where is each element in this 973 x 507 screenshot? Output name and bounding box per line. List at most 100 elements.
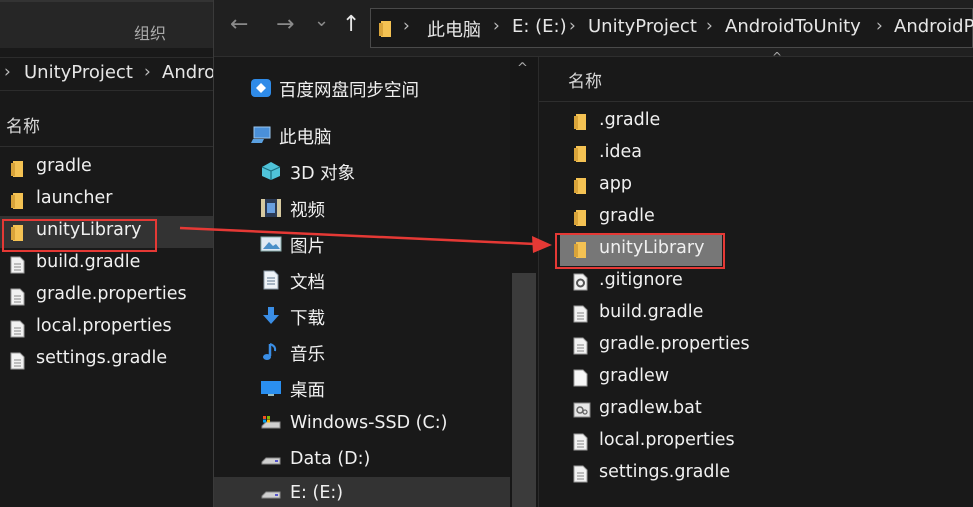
file-name: .gradle xyxy=(599,110,661,130)
list-item[interactable]: gradle.properties xyxy=(0,280,213,312)
tree-item-videos[interactable]: 视频 xyxy=(214,191,510,225)
scrollbar-thumb[interactable] xyxy=(512,273,536,507)
list-item[interactable]: local.properties xyxy=(560,426,973,458)
list-item[interactable]: gradlew xyxy=(560,362,973,394)
list-item[interactable]: .gitignore xyxy=(560,266,973,298)
tree-item-label: 下载 xyxy=(290,309,325,329)
list-item[interactable]: .gradle xyxy=(560,106,973,138)
tree-item-desktop[interactable]: 桌面 xyxy=(214,371,510,405)
desktop-icon xyxy=(261,381,281,396)
list-item[interactable]: gradlew.bat xyxy=(560,394,973,426)
this-pc-icon xyxy=(251,126,271,143)
breadcrumb-androidp[interactable]: AndroidP xyxy=(894,16,973,37)
chevron-right-icon: › xyxy=(876,16,883,36)
document-icon xyxy=(10,352,25,370)
folder-icon xyxy=(574,146,586,162)
tree-item-drive-d[interactable]: Data (D:) xyxy=(214,443,510,477)
list-item[interactable]: local.properties xyxy=(0,312,213,344)
list-item[interactable]: .idea xyxy=(560,138,973,170)
tree-item-label: 图片 xyxy=(290,237,325,257)
file-name: settings.gradle xyxy=(599,462,731,482)
back-button[interactable]: ← xyxy=(230,12,248,37)
list-item[interactable]: gradle.properties xyxy=(560,330,973,362)
list-item[interactable]: gradle xyxy=(0,152,213,184)
breadcrumb-android[interactable]: Andro xyxy=(162,62,215,83)
chevron-right-icon: › xyxy=(4,62,11,82)
drive-icon xyxy=(261,416,281,429)
breadcrumb-this-pc[interactable]: 此电脑 xyxy=(427,16,481,42)
up-button[interactable]: ↑ xyxy=(342,12,360,37)
pictures-icon xyxy=(260,236,282,252)
file-name: gradle.properties xyxy=(36,284,187,304)
breadcrumb-drive-e[interactable]: E: (E:) xyxy=(512,16,567,37)
tree-item-downloads[interactable]: 下载 xyxy=(214,299,510,333)
annotation-box-right xyxy=(555,233,725,269)
document-icon xyxy=(10,320,25,338)
list-item[interactable]: launcher xyxy=(0,184,213,216)
list-item[interactable]: settings.gradle xyxy=(560,458,973,490)
documents-icon xyxy=(263,270,279,290)
breadcrumb-unityproject[interactable]: UnityProject xyxy=(24,62,133,83)
breadcrumb-unityproject[interactable]: UnityProject xyxy=(588,16,697,37)
navigation-pane: 百度网盘同步空间 此电脑 3D 对象 视频 图片 文档 下载 音乐 桌面 Win… xyxy=(214,57,510,507)
column-name-label[interactable]: 名称 xyxy=(568,67,602,92)
baidu-netdisk-icon xyxy=(251,79,271,97)
chevron-right-icon: › xyxy=(493,16,500,36)
document-icon xyxy=(10,256,25,274)
music-icon xyxy=(263,343,277,360)
tree-item-drive-c[interactable]: Windows-SSD (C:) xyxy=(214,407,510,441)
left-ribbon xyxy=(0,0,213,48)
tree-item-pictures[interactable]: 图片 xyxy=(214,227,510,261)
folder-icon xyxy=(574,114,586,130)
left-ribbon-border xyxy=(0,0,213,2)
config-file-icon xyxy=(573,273,588,291)
tree-item-label: 桌面 xyxy=(290,381,325,401)
folder-icon xyxy=(379,21,391,37)
file-name: local.properties xyxy=(36,316,172,336)
file-name: app xyxy=(599,174,632,194)
tree-item-label: 3D 对象 xyxy=(290,164,356,184)
list-item[interactable]: app xyxy=(560,170,973,202)
tree-item-label: 此电脑 xyxy=(279,128,332,148)
file-name: build.gradle xyxy=(36,252,141,272)
tree-item-baidu-netdisk[interactable]: 百度网盘同步空间 xyxy=(214,71,510,105)
chevron-right-icon: › xyxy=(569,16,576,36)
recent-locations-button[interactable]: ⌄ xyxy=(314,10,329,31)
chevron-right-icon: › xyxy=(706,16,713,36)
tree-item-drive-e[interactable]: E: (E:) xyxy=(214,477,510,507)
file-name: .gitignore xyxy=(599,270,683,290)
tree-item-label: 音乐 xyxy=(290,345,325,365)
breadcrumb-androidtounity[interactable]: AndroidToUnity xyxy=(725,16,861,37)
forward-button[interactable]: → xyxy=(276,12,294,37)
chevron-right-icon: › xyxy=(403,16,410,36)
left-address-bar[interactable]: › UnityProject › Andro xyxy=(0,57,215,91)
file-name: gradle xyxy=(36,156,92,176)
document-icon xyxy=(573,433,588,451)
file-name: launcher xyxy=(36,188,113,208)
list-item[interactable]: build.gradle xyxy=(0,248,213,280)
list-item[interactable]: build.gradle xyxy=(560,298,973,330)
tree-item-this-pc[interactable]: 此电脑 xyxy=(214,118,510,152)
blank-file-icon xyxy=(573,369,588,387)
ribbon-group-label: 组织 xyxy=(134,24,167,43)
document-icon xyxy=(573,337,588,355)
scroll-up-icon[interactable]: ^ xyxy=(517,61,528,76)
tree-item-label: E: (E:) xyxy=(290,483,344,503)
file-name: settings.gradle xyxy=(36,348,168,368)
left-column-header[interactable]: 名称 xyxy=(0,100,213,147)
list-item[interactable]: settings.gradle xyxy=(0,344,213,376)
file-name: gradle.properties xyxy=(599,334,750,354)
tree-item-3d-objects[interactable]: 3D 对象 xyxy=(214,154,510,188)
folder-icon xyxy=(574,178,586,194)
content-column-header[interactable] xyxy=(539,57,973,102)
tree-item-label: 百度网盘同步空间 xyxy=(279,81,419,101)
address-bar[interactable]: › 此电脑 › E: (E:) › UnityProject › Android… xyxy=(370,8,973,48)
tree-item-label: Windows-SSD (C:) xyxy=(290,413,448,433)
column-name-label: 名称 xyxy=(6,117,40,137)
tree-item-music[interactable]: 音乐 xyxy=(214,335,510,369)
document-icon xyxy=(573,465,588,483)
folder-icon xyxy=(11,161,23,177)
list-item[interactable]: gradle xyxy=(560,202,973,234)
tree-item-documents[interactable]: 文档 xyxy=(214,263,510,297)
downloads-icon xyxy=(263,307,279,324)
